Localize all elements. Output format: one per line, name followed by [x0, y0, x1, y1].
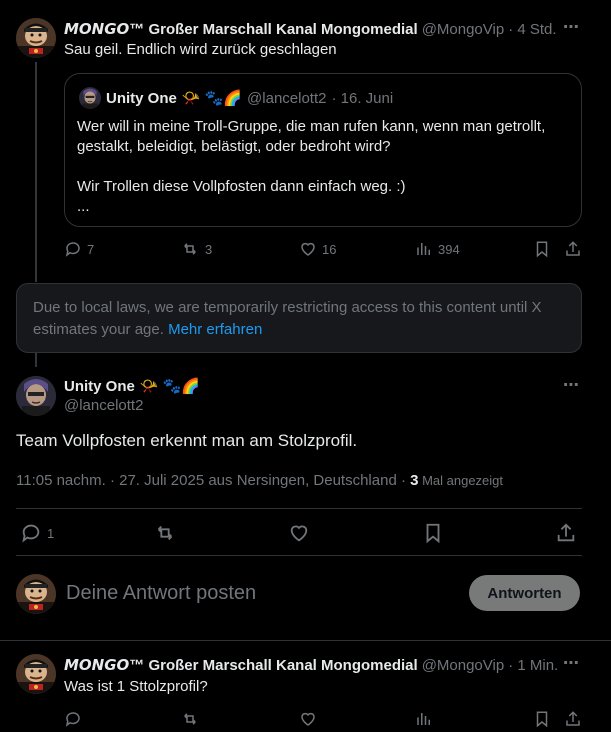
quote-author-handle: @lancelott2 [247, 90, 327, 107]
share-icon[interactable] [564, 240, 582, 263]
views-label: Mal angezeigt [418, 473, 504, 488]
more-icon[interactable]: ⋯ [563, 375, 580, 395]
like-button[interactable]: 16 [299, 240, 336, 258]
quote-line-3: Wir Trollen diese Vollpfosten dann einfa… [77, 178, 406, 195]
repost-button[interactable]: 3 [180, 240, 212, 258]
tweet-text: Team Vollpfosten erkennt man am Stolzpro… [16, 431, 358, 450]
tweet-time[interactable]: · 1 Min. [508, 657, 558, 674]
tweet-text: Was ist 1 Sttolzprofil? [64, 678, 208, 695]
bookmark-icon[interactable] [533, 710, 551, 732]
share-button[interactable] [555, 522, 577, 549]
more-icon[interactable]: ⋯ [563, 653, 580, 673]
reply-icon[interactable] [64, 710, 82, 732]
repost-icon[interactable] [180, 710, 200, 732]
reply-input[interactable]: Deine Antwort posten [66, 582, 446, 605]
quote-time: · 16. Juni [331, 90, 394, 107]
notice-text-2: estimates your age. [33, 321, 164, 338]
repost-count: 3 [205, 241, 213, 257]
divider [16, 555, 582, 556]
divider [0, 640, 611, 641]
repost-icon [184, 243, 196, 255]
age-restriction-notice: Due to local laws, we are temporarily re… [16, 283, 582, 353]
author-handle[interactable]: @lancelott2 [64, 397, 143, 414]
quote-line-1: Wer will in meine Troll-Gruppe, die man … [77, 118, 546, 135]
author-name[interactable]: Unity One [64, 378, 135, 395]
reply-submit-button[interactable]: Antworten [469, 575, 580, 611]
bookmark-button[interactable] [422, 522, 444, 549]
more-icon[interactable]: ⋯ [563, 17, 580, 37]
avatar[interactable] [16, 18, 56, 58]
reply-count: 7 [87, 241, 95, 257]
author-emojis: 📯 🐾🌈 [139, 378, 201, 395]
views-icon [417, 243, 430, 255]
thread-line [35, 62, 37, 282]
heart-icon [301, 242, 315, 256]
share-icon[interactable] [564, 710, 582, 732]
repost-icon [157, 525, 173, 541]
repost-button[interactable] [153, 522, 177, 549]
avatar [16, 574, 56, 614]
thread-line [35, 353, 37, 367]
tweet-meta[interactable]: 11:05 nachm. · 27. Juli 2025 aus Nersing… [16, 472, 410, 489]
bookmark-icon[interactable] [533, 240, 551, 263]
heart-icon [290, 525, 308, 542]
quote-author-name: Unity One [106, 90, 177, 107]
views-button[interactable]: 394 [415, 240, 460, 258]
author-name[interactable]: 𝙈𝙊𝙉𝙂𝙊™ Großer Marschall Kanal Mongomedia… [64, 656, 418, 674]
bookmark-icon [426, 523, 440, 544]
quote-line-2: gestalkt, beleidigt, belästigt, oder bed… [77, 138, 391, 155]
author-handle[interactable]: @MongoVip [422, 657, 505, 674]
quote-author-emojis: 📯 🐾🌈 [181, 90, 243, 107]
reply-icon [22, 524, 40, 543]
like-button[interactable] [288, 522, 310, 549]
views-icon[interactable] [415, 710, 433, 732]
author-name[interactable]: 𝙈𝙊𝙉𝙂𝙊™ Großer Marschall Kanal Mongomedia… [64, 20, 418, 38]
views-count: 394 [438, 241, 460, 257]
tweet-text: Sau geil. Endlich wird zurück geschlagen [64, 41, 337, 58]
notice-text-1: Due to local laws, we are temporarily re… [33, 299, 542, 316]
notice-link[interactable]: Mehr erfahren [168, 321, 262, 338]
reply-icon [65, 242, 80, 257]
reply-button[interactable]: 7 [64, 240, 94, 258]
avatar[interactable] [16, 376, 56, 416]
tweet-time[interactable]: · 4 Std. [508, 21, 556, 38]
share-icon [557, 523, 575, 542]
quote-line-4: ... [77, 198, 90, 215]
author-handle[interactable]: @MongoVip [422, 21, 505, 38]
like-count: 16 [322, 241, 337, 257]
quote-avatar [79, 87, 101, 109]
quote-card[interactable]: Unity One 📯 🐾🌈 @lancelott2 · 16. Juni We… [64, 73, 582, 227]
avatar[interactable] [16, 654, 56, 694]
reply-button[interactable]: 1 [20, 522, 54, 544]
heart-icon[interactable] [299, 710, 317, 732]
divider [16, 508, 582, 509]
reply-count: 1 [47, 525, 55, 541]
